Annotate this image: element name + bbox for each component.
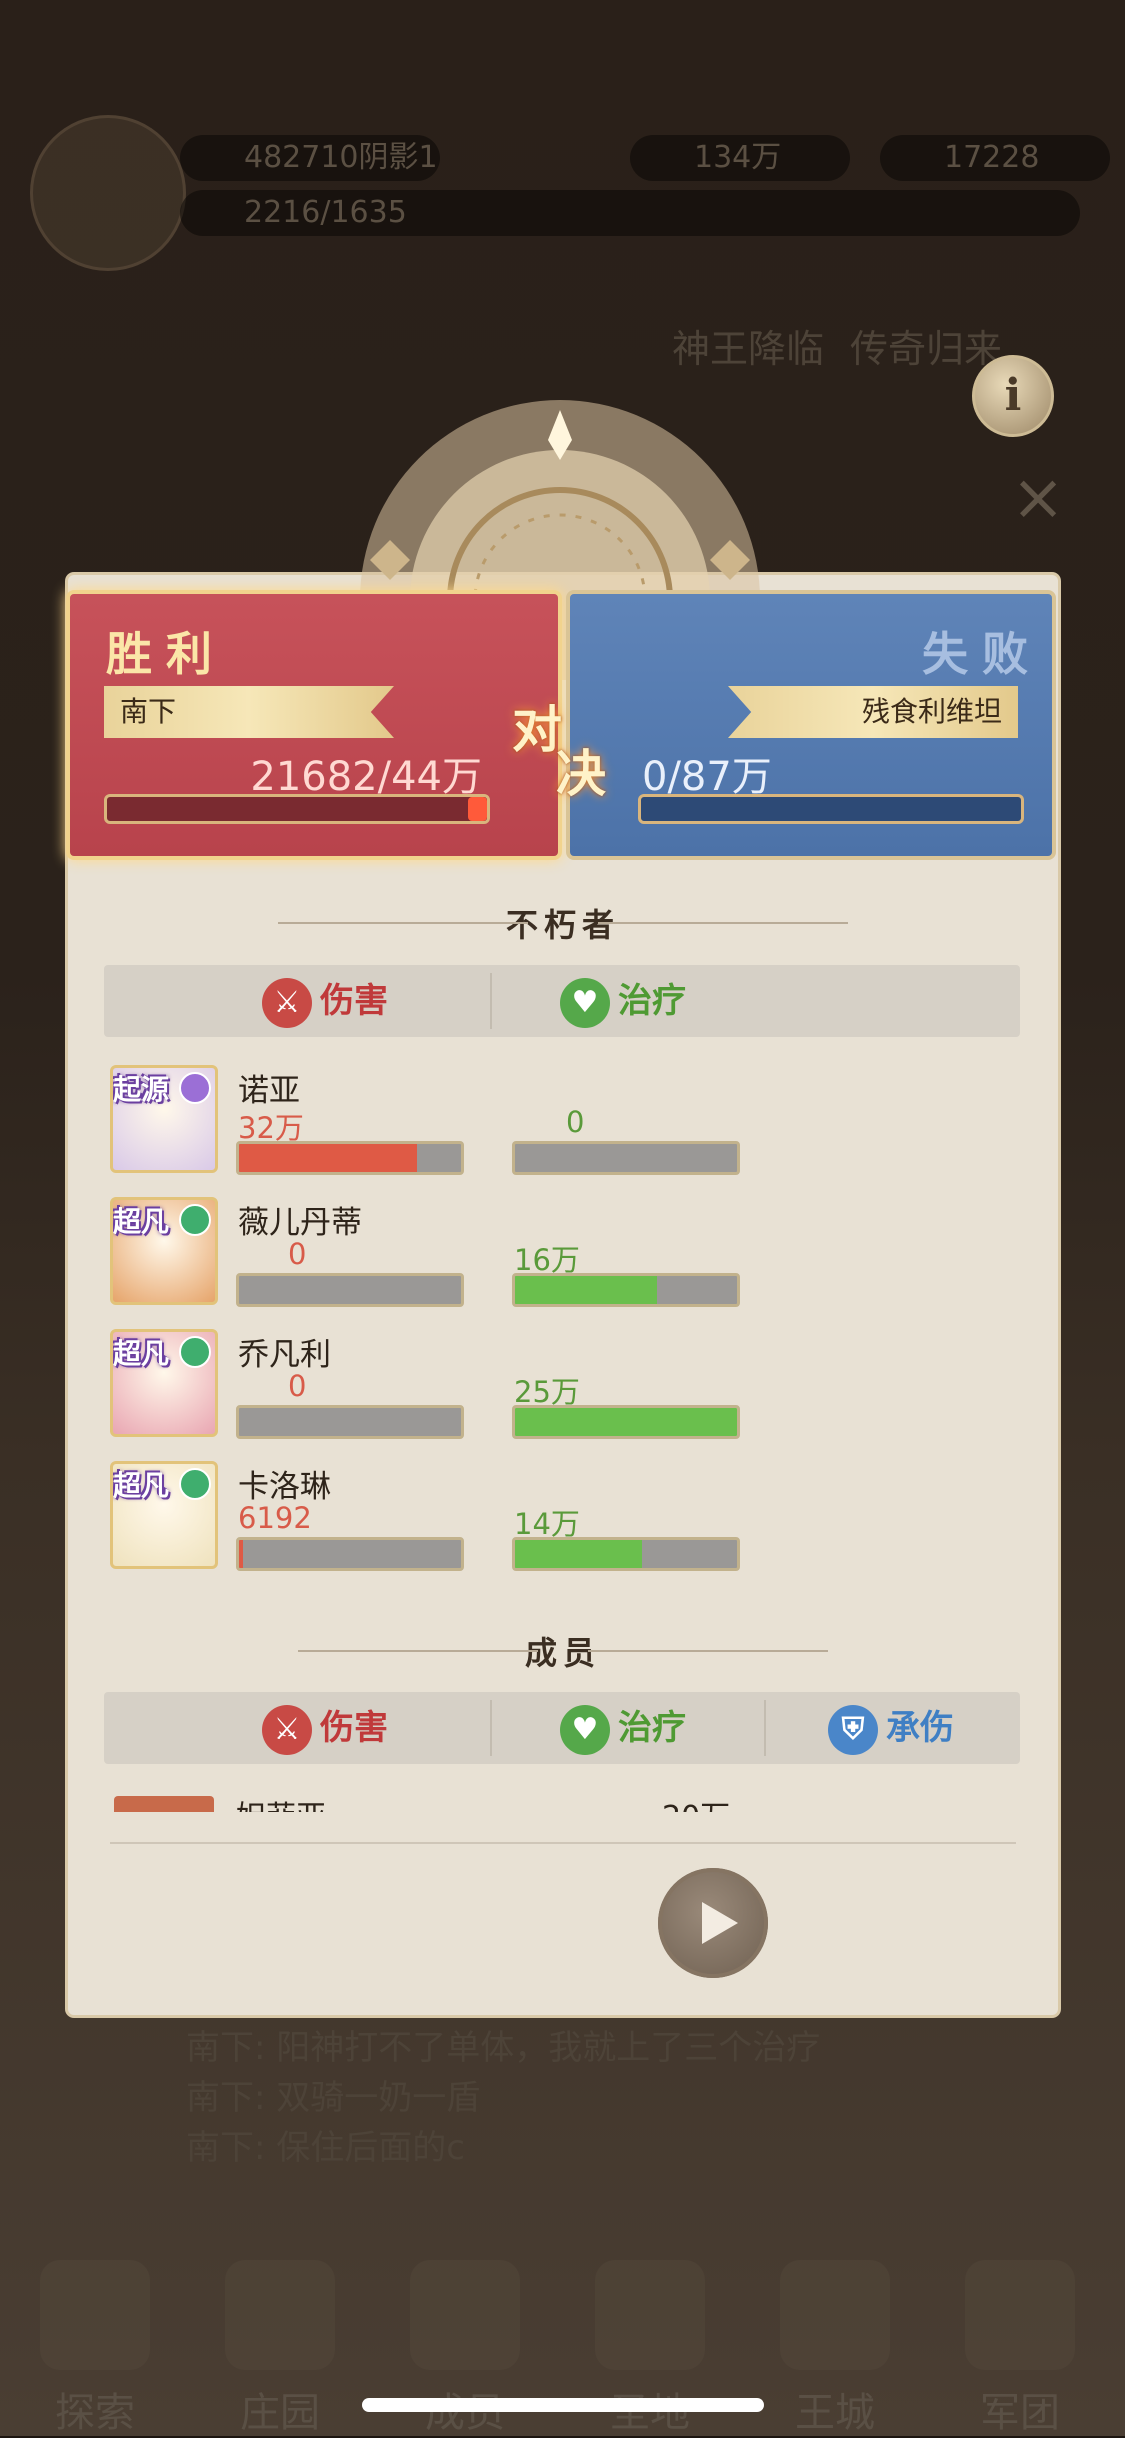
- hero-name: 薇儿丹蒂: [238, 1205, 362, 1241]
- hero-damage-bar: [236, 1141, 464, 1175]
- member-avatar: [114, 1796, 214, 1812]
- heart-icon: ♥: [560, 977, 610, 1028]
- immortals-section-title: 不朽者: [68, 900, 1058, 946]
- right-team-name: 残食利维坦: [861, 695, 1002, 728]
- members-list[interactable]: 妲菲亚 20万: [104, 1788, 1020, 1812]
- versus-label: 对 决: [512, 700, 606, 803]
- hero-name: 乔凡利: [238, 1337, 331, 1373]
- hero-row[interactable]: 起源 诺亚 32万 0: [110, 1065, 810, 1185]
- hero-heal-bar: [512, 1405, 740, 1439]
- hero-portrait: 超凡: [110, 1197, 218, 1305]
- event-label-1[interactable]: 神王降临: [672, 318, 824, 373]
- hero-row[interactable]: 超凡 乔凡利 0 25万: [110, 1329, 810, 1449]
- gem-counter[interactable]: 17228: [880, 135, 1110, 181]
- right-progress-bar: [638, 794, 1024, 824]
- hero-damage-value: 6192: [238, 1501, 312, 1535]
- hero-portrait: 超凡: [110, 1461, 218, 1569]
- hero-heal-bar: [512, 1537, 740, 1571]
- player-avatar: [30, 115, 186, 271]
- left-team-banner: 南下: [104, 686, 394, 738]
- hero-damage-bar: [236, 1273, 464, 1307]
- hero-damage-bar: [236, 1537, 464, 1571]
- tab-member-damage[interactable]: ⚔ 伤害: [262, 1692, 388, 1764]
- loser-panel: 失败 残食利维坦 0/87万: [566, 590, 1056, 860]
- player-power: 2216/1635: [244, 195, 407, 230]
- tab-heal[interactable]: ♥ 治疗: [560, 965, 686, 1037]
- player-power-bar: 2216/1635: [180, 190, 1080, 236]
- hero-damage-value: 0: [288, 1369, 307, 1403]
- divider: [110, 1842, 1016, 1844]
- hero-row[interactable]: 超凡 卡洛琳 6192 14万: [110, 1461, 810, 1581]
- chat-line-1: 南下: 阳神打不了单体，我就上了三个治疗: [186, 2028, 821, 2068]
- replay-button[interactable]: [658, 1868, 768, 1978]
- tab-member-heal[interactable]: ♥ 治疗: [560, 1692, 686, 1764]
- right-team-banner: 残食利维坦: [728, 686, 1018, 738]
- left-progress-bar: [104, 794, 490, 824]
- player-name: 482710阴影1: [244, 140, 438, 175]
- hero-portrait: 起源: [110, 1065, 218, 1173]
- chat-line-2: 南下: 双骑一奶一盾: [186, 2078, 481, 2118]
- winner-panel: 胜利 南下 21682/44万: [66, 590, 562, 860]
- left-team-name: 南下: [120, 695, 177, 728]
- hero-heal-bar: [512, 1273, 740, 1307]
- nav-royal-city[interactable]: 王城: [760, 2260, 910, 2438]
- defeat-label: 失败: [922, 627, 1042, 681]
- members-tabbar: ⚔ 伤害 ♥ 治疗 ⛨ 承伤: [104, 1692, 1020, 1764]
- hero-portrait: 超凡: [110, 1329, 218, 1437]
- victory-label: 胜利: [106, 627, 226, 681]
- nav-legion[interactable]: 军团: [945, 2260, 1095, 2438]
- close-icon[interactable]: ×: [1010, 466, 1066, 530]
- hero-row[interactable]: 超凡 薇儿丹蒂 0 16万: [110, 1197, 810, 1317]
- sword-icon: ⚔: [262, 977, 312, 1028]
- hero-damage-bar: [236, 1405, 464, 1439]
- gold-counter[interactable]: 134万: [630, 135, 850, 181]
- member-value: 20万: [662, 1792, 730, 1812]
- member-name: 妲菲亚: [236, 1792, 326, 1812]
- info-icon[interactable]: i: [972, 355, 1054, 437]
- shield-icon: ⛨: [828, 1704, 878, 1755]
- sword-icon: ⚔: [262, 1704, 312, 1755]
- tab-member-tank[interactable]: ⛨ 承伤: [828, 1692, 954, 1764]
- hero-heal-bar: [512, 1141, 740, 1175]
- hero-damage-value: 0: [288, 1237, 307, 1271]
- chat-line-3: 南下: 保住后面的c: [186, 2128, 465, 2168]
- player-name-bar: 482710阴影1: [180, 135, 440, 181]
- tab-damage[interactable]: ⚔ 伤害: [262, 965, 388, 1037]
- heart-icon: ♥: [560, 1704, 610, 1755]
- nav-explore[interactable]: 探索: [20, 2260, 170, 2438]
- members-section-title: 成员: [68, 1628, 1058, 1674]
- event-label-2[interactable]: 传奇归来: [850, 318, 1002, 373]
- immortals-tabbar: ⚔ 伤害 ♥ 治疗: [104, 965, 1020, 1037]
- hero-heal-value: 0: [566, 1105, 585, 1139]
- home-indicator[interactable]: [362, 2398, 764, 2412]
- hero-name: 诺亚: [238, 1073, 300, 1109]
- hero-name: 卡洛琳: [238, 1469, 331, 1505]
- nav-manor[interactable]: 庄园: [205, 2260, 355, 2438]
- play-icon: [702, 1902, 738, 1944]
